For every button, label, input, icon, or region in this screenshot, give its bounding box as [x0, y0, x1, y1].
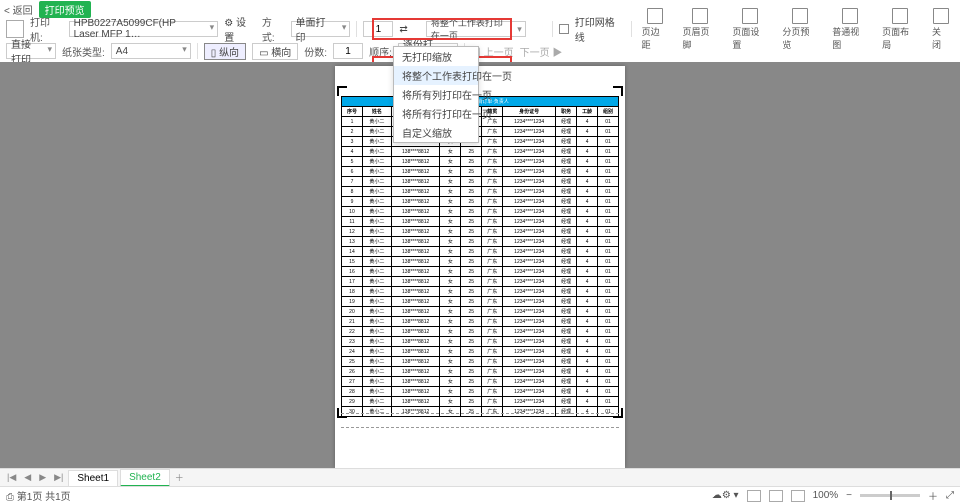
view-pagebreak-button[interactable]	[769, 490, 783, 502]
table-row: 19黄小二138****8812女25广东1234****1234经理401	[342, 297, 619, 307]
sheet-tabs: |◀ ◀ ▶ ▶| Sheet1 Sheet2 ＋	[0, 468, 960, 486]
direct-print-select[interactable]: 直接打印	[6, 43, 56, 59]
paper-select[interactable]: A4	[111, 43, 191, 59]
add-sheet-button[interactable]: ＋	[172, 471, 187, 484]
sheet-nav-prev[interactable]: ◀	[21, 472, 34, 483]
table-row: 26黄小二138****8812女25广东1234****1234经理401	[342, 367, 619, 377]
scale-menu: 无打印缩放 将整个工作表打印在一页 将所有列打印在一页 将所有行打印在一页 自定…	[393, 46, 479, 143]
table-row: 6黄小二138****8812女25广东1234****1234经理401	[342, 167, 619, 177]
toolbar: 打印机: HPB0227A5099CF(HP Laser MFP 1… ⚙ 设置…	[0, 18, 960, 63]
headerfooter-button[interactable]: 页眉页脚	[679, 8, 723, 51]
gridlines-checkbox[interactable]	[559, 24, 569, 34]
printer-select[interactable]: HPB0227A5099CF(HP Laser MFP 1…	[69, 21, 219, 37]
preview-table: 2022美妆类销订单·负责人 序号姓名联系方式性别年龄籍贯身份证号职务工龄组别 …	[341, 96, 619, 417]
fullscreen-button[interactable]: ⤢	[946, 490, 954, 501]
portrait-button[interactable]: ▯ 纵向	[204, 43, 246, 60]
zoom-out-button[interactable]: −	[846, 490, 852, 501]
scale-option-fitcols[interactable]: 将所有列打印在一页	[394, 85, 478, 104]
table-row: 17黄小二138****8812女25广东1234****1234经理401	[342, 277, 619, 287]
margins-button[interactable]: 页边距	[638, 8, 673, 51]
table-header: 工龄	[577, 107, 598, 117]
table-row: 9黄小二138****8812女25广东1234****1234经理401	[342, 197, 619, 207]
table-header: 组别	[598, 107, 619, 117]
paper-label: 纸张类型:	[62, 44, 105, 59]
table-row: 28黄小二138****8812女25广东1234****1234经理401	[342, 387, 619, 397]
table-row: 23黄小二138****8812女25广东1234****1234经理401	[342, 337, 619, 347]
table-row: 8黄小二138****8812女25广东1234****1234经理401	[342, 187, 619, 197]
cloud-icon[interactable]: ☁⚙ ▾	[712, 490, 739, 501]
zoom-in-button[interactable]: ＋	[928, 488, 938, 503]
table-row: 30黄小二138****8812女25广东1234****1234经理401	[342, 407, 619, 417]
tab-sheet2[interactable]: Sheet2	[120, 469, 170, 487]
copies-label: 份数:	[304, 44, 327, 59]
page-preview: 2022美妆类销订单·负责人 序号姓名联系方式性别年龄籍贯身份证号职务工龄组别 …	[335, 66, 625, 468]
sheet-nav-last[interactable]: ▶|	[51, 472, 66, 483]
mode-select[interactable]: 单面打印	[291, 21, 351, 37]
copies-input[interactable]	[333, 43, 363, 59]
table-row: 18黄小二138****8812女25广东1234****1234经理401	[342, 287, 619, 297]
table-row: 7黄小二138****8812女25广东1234****1234经理401	[342, 177, 619, 187]
sheet-nav-next[interactable]: ▶	[36, 472, 49, 483]
table-row: 29黄小二138****8812女25广东1234****1234经理401	[342, 397, 619, 407]
pagebreak-button[interactable]: 分页预览	[778, 8, 822, 51]
close-button[interactable]: 关闭	[928, 8, 954, 51]
table-header: 身份证号	[503, 107, 556, 117]
page-from-input[interactable]	[363, 21, 393, 37]
table-row: 22黄小二138****8812女25广东1234****1234经理401	[342, 327, 619, 337]
table-row: 2黄小二138****8812女25广东1234****1234经理401	[342, 127, 619, 137]
table-row: 20黄小二138****8812女25广东1234****1234经理401	[342, 307, 619, 317]
pagesetup-button[interactable]: 页面设置	[728, 8, 772, 51]
sheet-nav-first[interactable]: |◀	[4, 472, 19, 483]
gridlines-label: 打印网格线	[575, 14, 625, 44]
view-normal-button[interactable]	[747, 490, 761, 502]
table-row: 10黄小二138****8812女25广东1234****1234经理401	[342, 207, 619, 217]
table-row: 5黄小二138****8812女25广东1234****1234经理401	[342, 157, 619, 167]
settings-link[interactable]: ⚙ 设置	[224, 14, 256, 44]
table-header: 职务	[556, 107, 577, 117]
normalview-button[interactable]: 普通视图	[828, 8, 872, 51]
table-row: 25黄小二138****8812女25广东1234****1234经理401	[342, 357, 619, 367]
order-label: 顺序:	[369, 44, 392, 59]
table-row: 24黄小二138****8812女25广东1234****1234经理401	[342, 347, 619, 357]
back-link[interactable]: < 返回	[4, 2, 33, 17]
next-page-button[interactable]: 下一页 ▶	[520, 44, 563, 59]
scale-select[interactable]: 将整个工作表打印在一页	[426, 21, 526, 37]
scale-option-fitpage[interactable]: 将整个工作表打印在一页	[394, 66, 478, 85]
scale-option-fitrows[interactable]: 将所有行打印在一页	[394, 104, 478, 123]
view-layout-button[interactable]	[791, 490, 805, 502]
scale-option-none[interactable]: 无打印缩放	[394, 47, 478, 66]
table-row: 3黄小二138****8812女25广东1234****1234经理401	[342, 137, 619, 147]
pagelayout-button[interactable]: 页面布局	[878, 8, 922, 51]
tab-sheet1[interactable]: Sheet1	[68, 470, 118, 486]
table-row: 11黄小二138****8812女25广东1234****1234经理401	[342, 217, 619, 227]
scale-option-custom[interactable]: 自定义缩放	[394, 123, 478, 142]
table-row: 27黄小二138****8812女25广东1234****1234经理401	[342, 377, 619, 387]
table-row: 16黄小二138****8812女25广东1234****1234经理401	[342, 267, 619, 277]
page-count: ⎙ 第1页 共1页	[6, 488, 71, 503]
mode-label: 方式:	[262, 14, 285, 44]
table-row: 12黄小二138****8812女25广东1234****1234经理401	[342, 227, 619, 237]
table-row: 21黄小二138****8812女25广东1234****1234经理401	[342, 317, 619, 327]
table-header: 序号	[342, 107, 363, 117]
table-row: 15黄小二138****8812女25广东1234****1234经理401	[342, 257, 619, 267]
status-bar: ⎙ 第1页 共1页 ☁⚙ ▾ 100% − ＋ ⤢	[0, 486, 960, 504]
table-header: 姓名	[362, 107, 391, 117]
preview-canvas: 2022美妆类销订单·负责人 序号姓名联系方式性别年龄籍贯身份证号职务工龄组别 …	[0, 62, 960, 468]
zoom-value: 100%	[813, 490, 839, 501]
zoom-slider[interactable]	[860, 494, 920, 497]
table-row: 14黄小二138****8812女25广东1234****1234经理401	[342, 247, 619, 257]
table-row: 4黄小二138****8812女25广东1234****1234经理401	[342, 147, 619, 157]
landscape-button[interactable]: ▭ 横向	[252, 43, 298, 60]
table-row: 13黄小二138****8812女25广东1234****1234经理401	[342, 237, 619, 247]
page-sep: ⇄	[399, 24, 407, 35]
